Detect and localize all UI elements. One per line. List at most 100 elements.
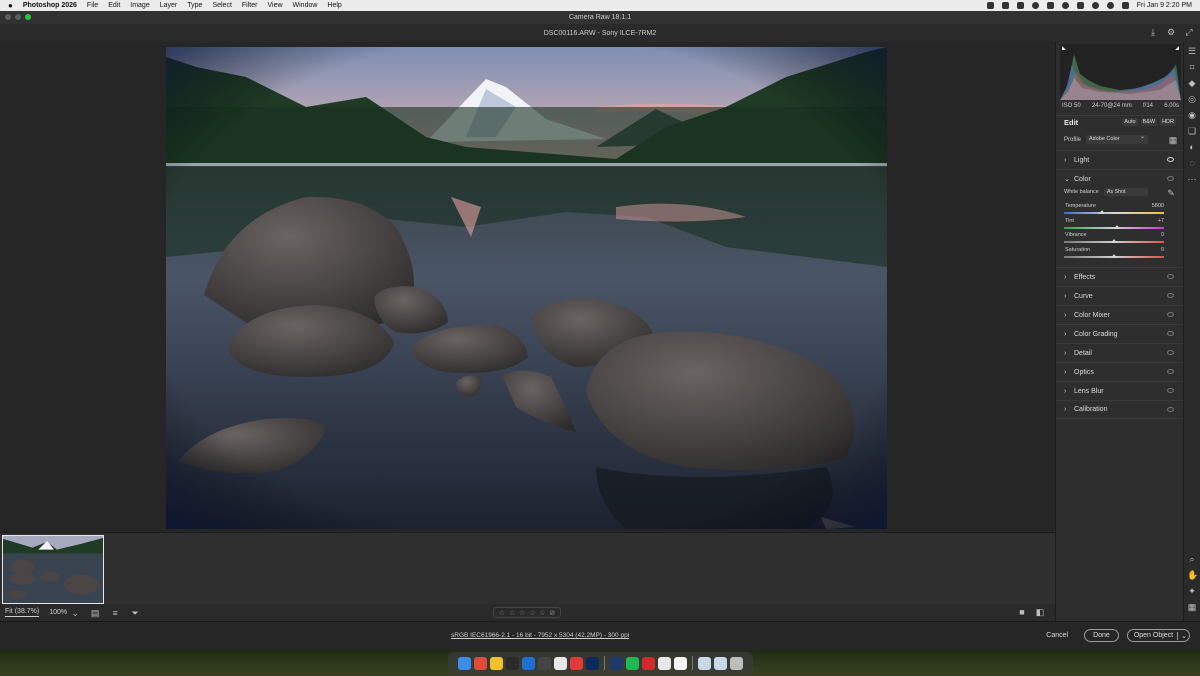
menu-app-name[interactable]: Photoshop 2026: [23, 2, 77, 9]
section-optics[interactable]: › Optics: [1056, 362, 1184, 381]
zoom-icon[interactable]: ⌕: [1187, 554, 1197, 564]
before-after-icon[interactable]: ◧: [1035, 607, 1045, 617]
menu-view[interactable]: View: [267, 2, 282, 9]
saturation-thumb[interactable]: [1111, 254, 1117, 258]
presets-icon[interactable]: ◐: [1187, 142, 1197, 152]
auto-button[interactable]: Auto: [1122, 118, 1138, 126]
temperature-slider[interactable]: Temperature 5800: [1064, 203, 1176, 217]
white-balance-select[interactable]: As Shot: [1104, 188, 1148, 196]
section-detail[interactable]: › Detail: [1056, 343, 1184, 362]
app-icon[interactable]: [538, 656, 551, 670]
photo-preview[interactable]: [166, 47, 887, 529]
app-icon[interactable]: [570, 656, 583, 670]
section-effects[interactable]: › Effects: [1056, 267, 1184, 286]
single-view-icon[interactable]: ■: [1017, 607, 1027, 617]
filter-icon[interactable]: ⏷: [130, 608, 140, 618]
star-icon[interactable]: ☆: [519, 609, 525, 617]
done-button[interactable]: Done: [1084, 629, 1119, 642]
history-icon[interactable]: ◌: [1187, 158, 1197, 168]
section-calibration[interactable]: › Calibration: [1056, 400, 1184, 419]
section-color[interactable]: ⌄ Color: [1056, 169, 1184, 188]
chevron-down-icon[interactable]: ⌄: [70, 608, 80, 618]
bluetooth-icon[interactable]: [1046, 2, 1054, 9]
crop-icon[interactable]: ⌗: [1187, 62, 1197, 72]
save-icon[interactable]: ⤓: [1148, 27, 1158, 37]
profile-select[interactable]: Adobe Color: [1086, 133, 1148, 144]
photoshop-icon[interactable]: [586, 656, 599, 670]
wifi-icon[interactable]: [1076, 2, 1084, 9]
control-center-icon[interactable]: [1121, 2, 1129, 9]
temperature-thumb[interactable]: [1099, 210, 1105, 214]
menu-layer[interactable]: Layer: [160, 2, 178, 9]
menu-window[interactable]: Window: [293, 2, 318, 9]
eyedropper-icon[interactable]: ✎: [1166, 188, 1176, 198]
chevron-down-icon[interactable]: ⌄: [1177, 631, 1187, 640]
trash-icon[interactable]: [730, 656, 743, 670]
creative-cloud-icon[interactable]: [1031, 2, 1039, 9]
calendar-icon[interactable]: [474, 656, 487, 670]
filmstrip-layout-icon[interactable]: ▤: [90, 608, 100, 618]
finder-icon[interactable]: [458, 656, 471, 670]
star-icon[interactable]: ☆: [539, 609, 545, 617]
star-icon[interactable]: ☆: [509, 609, 515, 617]
masking-icon[interactable]: ◎: [1187, 94, 1197, 104]
sampler-icon[interactable]: ✦: [1187, 586, 1197, 596]
vibrance-value[interactable]: 0: [1161, 232, 1164, 238]
filmstrip-thumbnail[interactable]: [2, 535, 104, 604]
fullscreen-icon[interactable]: ⤢: [1184, 27, 1194, 37]
menu-file[interactable]: File: [87, 2, 98, 9]
eye-icon[interactable]: [1167, 331, 1174, 336]
snapshots-icon[interactable]: ❏: [1187, 126, 1197, 136]
menu-type[interactable]: Type: [187, 2, 202, 9]
hdr-button[interactable]: HDR: [1160, 118, 1176, 126]
section-lens-blur[interactable]: › Lens Blur: [1056, 381, 1184, 400]
hand-icon[interactable]: ✋: [1187, 570, 1198, 580]
slack-icon[interactable]: [554, 656, 567, 670]
eye-icon[interactable]: [1167, 176, 1174, 181]
image-canvas[interactable]: [0, 42, 1055, 532]
section-curve[interactable]: › Curve: [1056, 286, 1184, 305]
notes-icon[interactable]: [674, 656, 687, 670]
app-icon[interactable]: [506, 656, 519, 670]
edit-sliders-icon[interactable]: ☰: [1187, 46, 1197, 56]
folder-icon[interactable]: [714, 656, 727, 670]
gear-icon[interactable]: ⚙: [1166, 27, 1176, 37]
menu-filter[interactable]: Filter: [242, 2, 258, 9]
star-icon[interactable]: ☆: [529, 609, 535, 617]
eye-icon[interactable]: [1167, 369, 1174, 374]
tint-value[interactable]: +7: [1158, 218, 1164, 224]
app-icon[interactable]: [522, 656, 535, 670]
red-eye-icon[interactable]: ◉: [1187, 110, 1197, 120]
grid-icon[interactable]: ▦: [1187, 602, 1197, 612]
reject-icon[interactable]: ⊘: [549, 609, 555, 617]
apple-menu-icon[interactable]: ●: [8, 1, 13, 10]
section-light[interactable]: › Light: [1056, 150, 1184, 169]
tint-slider[interactable]: Tint +7: [1064, 218, 1176, 232]
eye-icon[interactable]: [1167, 157, 1174, 162]
eraser-icon[interactable]: ◆: [1187, 78, 1197, 88]
vibrance-thumb[interactable]: [1111, 239, 1117, 243]
close-window-button[interactable]: [5, 14, 11, 20]
zoom-window-button[interactable]: [25, 14, 31, 20]
user-icon[interactable]: [1106, 2, 1114, 9]
eye-icon[interactable]: [1167, 293, 1174, 298]
section-color-grading[interactable]: › Color Grading: [1056, 324, 1184, 343]
menu-image[interactable]: Image: [130, 2, 149, 9]
calendar-icon[interactable]: [658, 656, 671, 670]
eye-icon[interactable]: [1167, 274, 1174, 279]
temperature-track[interactable]: [1064, 212, 1164, 214]
clock[interactable]: Fri Jan 9 2:20 PM: [1137, 2, 1192, 9]
acrobat-icon[interactable]: [642, 656, 655, 670]
moon-icon[interactable]: [1061, 2, 1069, 9]
open-object-button[interactable]: Open Object ⌄: [1126, 629, 1190, 642]
menu-select[interactable]: Select: [212, 2, 231, 9]
sort-icon[interactable]: ≡: [110, 608, 120, 618]
more-icon[interactable]: ⋯: [1187, 174, 1197, 184]
bw-button[interactable]: B&W: [1140, 118, 1158, 126]
cancel-button[interactable]: Cancel: [1038, 629, 1076, 642]
text-icon[interactable]: [1001, 2, 1009, 9]
folder-icon[interactable]: [698, 656, 711, 670]
spotify-icon[interactable]: [626, 656, 639, 670]
profile-browser-icon[interactable]: ▦: [1168, 135, 1178, 145]
screen-record-icon[interactable]: [986, 2, 994, 9]
